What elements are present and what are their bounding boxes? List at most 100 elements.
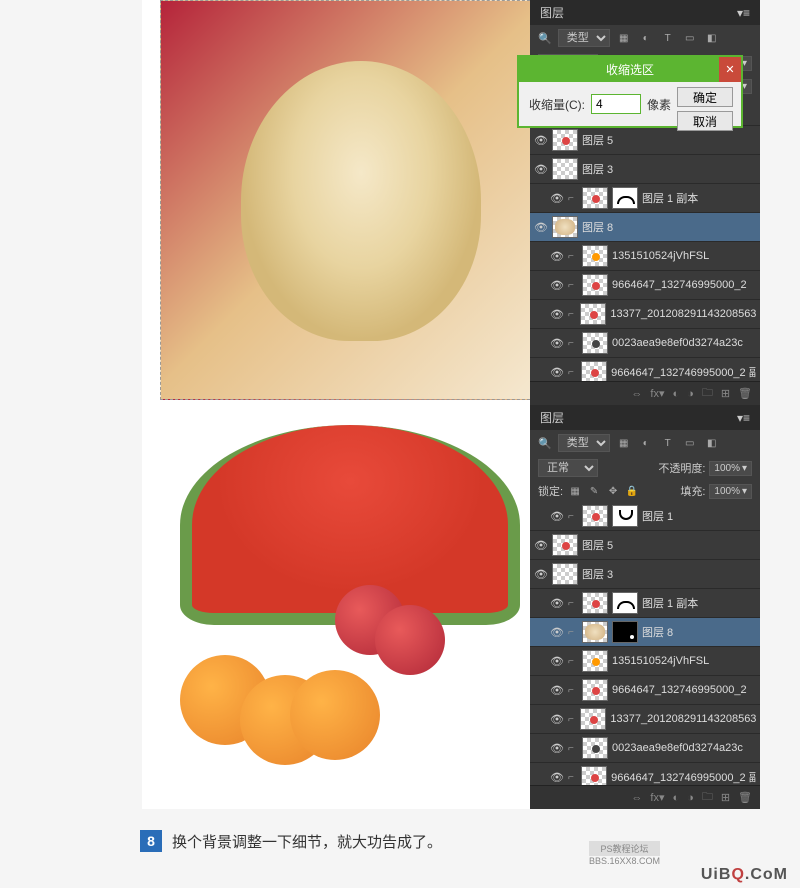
layer-row[interactable]: 👁⌐1351510524jVhFSL <box>530 647 760 676</box>
filter-smart-icon[interactable]: ◧ <box>704 436 720 450</box>
visibility-toggle-icon[interactable]: 👁 <box>550 654 564 668</box>
lock-all-icon[interactable]: 🔒 <box>624 484 640 498</box>
lock-position-icon[interactable]: ✥ <box>605 484 621 498</box>
layer-row[interactable]: 👁⌐13377_2012082911432085637O_1 <box>530 300 760 329</box>
brand-text: UiBQ.CoM <box>701 866 788 884</box>
filter-adjustment-icon[interactable]: ◐ <box>638 436 654 450</box>
filter-type-icon[interactable]: T <box>660 31 676 45</box>
layer-filter-select[interactable]: 类型 <box>558 434 610 452</box>
layer-name: 9664647_132746995000_2 <box>612 279 747 291</box>
filter-search-icon[interactable]: 🔍 <box>538 32 552 45</box>
cancel-button[interactable]: 取消 <box>677 111 733 131</box>
new-adjust-icon[interactable]: ◑ <box>687 792 694 804</box>
layer-name: 图层 3 <box>582 161 613 177</box>
layers-tab-label: 图层 <box>540 4 564 21</box>
visibility-toggle-icon[interactable]: 👁 <box>550 770 564 784</box>
layer-name: 图层 3 <box>582 566 613 582</box>
visibility-toggle-icon[interactable]: 👁 <box>550 683 564 697</box>
layers-tab[interactable]: 图层 ▾≡ <box>530 405 760 430</box>
dialog-title-bar[interactable]: 收缩选区 ✕ <box>519 57 741 82</box>
layer-fx-icon[interactable]: fx▾ <box>650 791 664 804</box>
new-layer-icon[interactable]: ⊞ <box>721 791 730 804</box>
layers-list-bottom: 👁⌐图层 1👁图层 5👁图层 3👁⌐图层 1 副本👁⌐图层 8👁⌐1351510… <box>530 502 760 792</box>
filter-shape-icon[interactable]: ▭ <box>682 31 698 45</box>
layer-fx-icon[interactable]: fx▾ <box>650 387 664 400</box>
contract-amount-input[interactable] <box>591 94 641 114</box>
lock-pixels-icon[interactable]: ✎ <box>586 484 602 498</box>
layer-row[interactable]: 👁 图层 3 <box>530 155 760 184</box>
layer-row[interactable]: 👁 ⌐ 图层 1 <box>530 502 760 531</box>
fill-value[interactable]: 100% ▾ <box>709 484 752 499</box>
layers-list-top: 👁⌐图层 1👁图层 5👁图层 3👁⌐图层 1 副本👁图层 8👁⌐13515105… <box>530 97 760 387</box>
visibility-toggle-icon[interactable]: 👁 <box>550 712 564 726</box>
blend-mode-select[interactable]: 正常 <box>538 459 598 477</box>
apple-cut-shape <box>241 61 481 341</box>
new-group-icon[interactable]: 🗀 <box>702 788 713 807</box>
clip-indicator-icon: ⌐ <box>568 338 578 349</box>
ok-button[interactable]: 确定 <box>677 87 733 107</box>
layer-row[interactable]: 👁⌐图层 1 副本 <box>530 184 760 213</box>
visibility-toggle-icon[interactable]: 👁 <box>534 567 548 581</box>
visibility-toggle-icon[interactable]: 👁 <box>550 336 564 350</box>
filter-pixel-icon[interactable]: ▦ <box>616 436 632 450</box>
clip-indicator-icon: ⌐ <box>568 511 578 522</box>
panel-menu-icon[interactable]: ▾≡ <box>737 411 750 425</box>
visibility-toggle-icon[interactable]: 👁 <box>550 596 564 610</box>
layer-row[interactable]: 👁⌐0023aea9e8ef0d3274a23c <box>530 329 760 358</box>
step-number-badge: 8 <box>140 830 162 852</box>
layer-filter-select[interactable]: 类型 <box>558 29 610 47</box>
visibility-toggle-icon[interactable]: 👁 <box>550 509 564 523</box>
visibility-toggle-icon[interactable]: 👁 <box>534 538 548 552</box>
layer-row[interactable]: 👁⌐0023aea9e8ef0d3274a23c <box>530 734 760 763</box>
new-adjust-icon[interactable]: ◑ <box>687 388 694 400</box>
visibility-toggle-icon[interactable]: 👁 <box>534 133 548 147</box>
layer-row[interactable]: 👁⌐1351510524jVhFSL <box>530 242 760 271</box>
new-group-icon[interactable]: 🗀 <box>702 384 713 403</box>
layer-row[interactable]: 👁⌐13377_2012082911432085637O_1 <box>530 705 760 734</box>
clip-indicator-icon: ⌐ <box>568 714 576 725</box>
add-mask-icon[interactable]: ◐ <box>673 792 680 804</box>
visibility-toggle-icon[interactable]: 👁 <box>550 307 564 321</box>
layer-row[interactable]: 👁⌐9664647_132746995000_2 <box>530 676 760 705</box>
filter-search-icon[interactable]: 🔍 <box>538 437 552 450</box>
panel-menu-icon[interactable]: ▾≡ <box>737 6 750 20</box>
visibility-toggle-icon[interactable]: 👁 <box>550 191 564 205</box>
visibility-toggle-icon[interactable]: 👁 <box>550 365 564 379</box>
visibility-toggle-icon[interactable]: 👁 <box>550 741 564 755</box>
clip-indicator-icon: ⌐ <box>568 309 576 320</box>
clip-indicator-icon: ⌐ <box>568 598 578 609</box>
delete-layer-icon[interactable]: 🗑 <box>738 791 752 804</box>
new-layer-icon[interactable]: ⊞ <box>721 387 730 400</box>
filter-adjustment-icon[interactable]: ◐ <box>638 31 654 45</box>
visibility-toggle-icon[interactable]: 👁 <box>534 162 548 176</box>
link-layers-icon[interactable]: ⇔ <box>631 792 642 804</box>
layer-name: 1351510524jVhFSL <box>612 250 709 262</box>
delete-layer-icon[interactable]: 🗑 <box>738 387 752 400</box>
filter-shape-icon[interactable]: ▭ <box>682 436 698 450</box>
layer-name: 图层 5 <box>582 132 613 148</box>
layer-row[interactable]: 👁⌐9664647_132746995000_2 <box>530 271 760 300</box>
filter-type-icon[interactable]: T <box>660 436 676 450</box>
visibility-toggle-icon[interactable]: 👁 <box>550 278 564 292</box>
filter-smart-icon[interactable]: ◧ <box>704 31 720 45</box>
layer-row[interactable]: 👁 图层 5 <box>530 531 760 560</box>
layer-name: 图层 1 副本 <box>642 190 698 206</box>
layer-name: 图层 1 <box>642 508 673 524</box>
layer-row[interactable]: 👁图层 8 <box>530 213 760 242</box>
dialog-close-button[interactable]: ✕ <box>719 57 741 82</box>
layers-tab-label: 图层 <box>540 409 564 426</box>
layer-row[interactable]: 👁⌐图层 8 <box>530 618 760 647</box>
opacity-value[interactable]: 100% ▾ <box>709 461 752 476</box>
visibility-toggle-icon[interactable]: 👁 <box>550 625 564 639</box>
visibility-toggle-icon[interactable]: 👁 <box>550 249 564 263</box>
filter-pixel-icon[interactable]: ▦ <box>616 31 632 45</box>
layer-name: 图层 5 <box>582 537 613 553</box>
layer-row[interactable]: 👁 图层 3 <box>530 560 760 589</box>
visibility-toggle-icon[interactable]: 👁 <box>534 220 548 234</box>
apples-group <box>335 585 455 685</box>
lock-transparency-icon[interactable]: ▦ <box>567 484 583 498</box>
add-mask-icon[interactable]: ◐ <box>673 388 680 400</box>
layers-tab[interactable]: 图层 ▾≡ <box>530 0 760 25</box>
layer-row[interactable]: 👁⌐图层 1 副本 <box>530 589 760 618</box>
link-layers-icon[interactable]: ⇔ <box>631 388 642 400</box>
